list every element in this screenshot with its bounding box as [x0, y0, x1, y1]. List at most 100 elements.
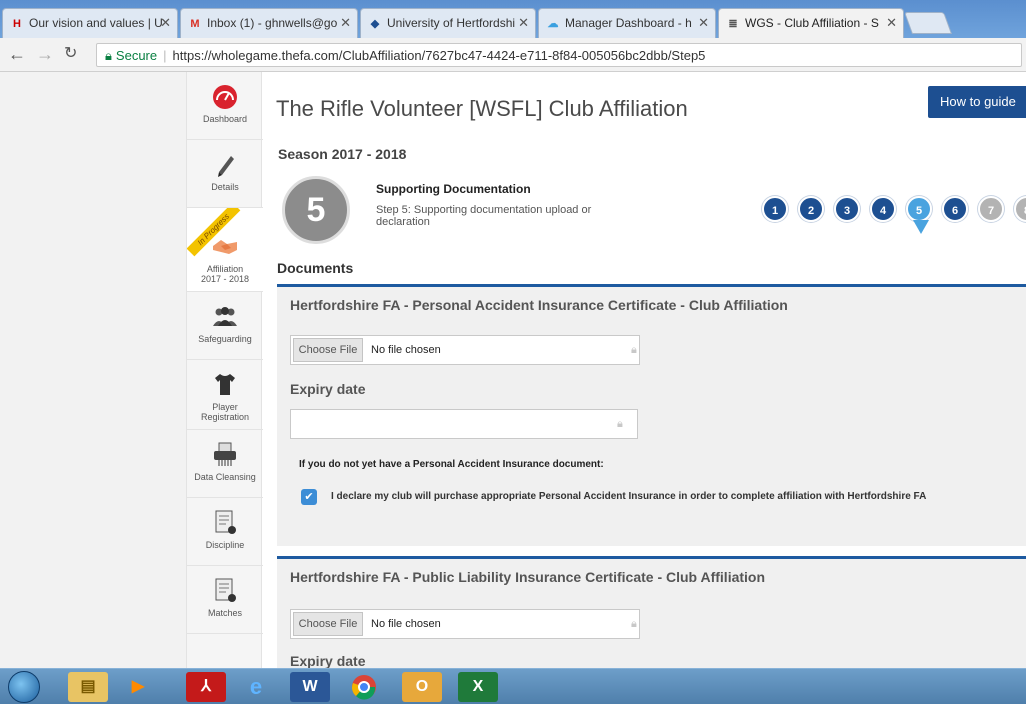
tab-label: University of Hertfordshi: [387, 16, 516, 30]
browser-tab[interactable]: M Inbox (1) - ghnwells@go ✕: [180, 8, 358, 38]
sidebar-item-label: Safeguarding: [198, 334, 252, 344]
handshake-icon: [213, 240, 237, 254]
file-explorer-icon[interactable]: ▤: [68, 672, 108, 702]
page-title: The Rifle Volunteer [WSFL] Club Affiliat…: [276, 96, 688, 121]
file-status: No file chosen: [371, 344, 441, 356]
outlook-icon[interactable]: O: [402, 672, 442, 702]
gmail-icon: M: [190, 18, 200, 30]
document-icon: ≣: [728, 18, 738, 30]
sidebar-item-details[interactable]: Details: [187, 140, 263, 208]
step-dot[interactable]: 7: [978, 196, 1004, 222]
close-icon[interactable]: ✕: [160, 15, 171, 31]
step-dot-current[interactable]: 5: [906, 196, 932, 222]
lock-icon: 🔒︎: [105, 48, 112, 63]
document-panel-personal-accident: Hertfordshire FA - Personal Accident Ins…: [277, 284, 1026, 546]
sidebar-item-safeguarding[interactable]: Safeguarding: [187, 292, 263, 360]
lock-icon: 🔒︎: [617, 418, 623, 430]
tab-label: WGS - Club Affiliation - S: [745, 16, 879, 30]
sidebar-item-data-cleansing[interactable]: Data Cleansing: [187, 430, 263, 498]
close-icon[interactable]: ✕: [886, 15, 897, 31]
sidebar-item-label: Discipline: [205, 540, 245, 550]
sidebar-item-label: Player Registration: [200, 402, 250, 422]
address-bar: ← → ↻ 🔒︎ Secure | https://wholegame.thefa.c…: [0, 38, 1026, 72]
step-title: Supporting Documentation: [376, 182, 531, 196]
excel-icon[interactable]: X: [458, 672, 498, 702]
shirt-icon: [215, 374, 235, 395]
sidebar-item-label: Details: [211, 182, 239, 192]
browser-tab[interactable]: ☁ Manager Dashboard - h ✕: [538, 8, 716, 38]
close-icon[interactable]: ✕: [518, 15, 529, 31]
panel-title: Hertfordshire FA - Public Liability Insu…: [290, 569, 766, 585]
step-dot[interactable]: 3: [834, 196, 860, 222]
secure-label: Secure: [115, 48, 158, 63]
pencil-icon: [218, 156, 234, 177]
sidebar-item-player-registration[interactable]: Player Registration: [187, 360, 263, 430]
start-button[interactable]: [8, 671, 40, 703]
page-content: Dashboard Details In Progress Affiliatio…: [0, 72, 1026, 668]
step-dot[interactable]: 6: [942, 196, 968, 222]
shredder-icon: [214, 442, 236, 466]
sidebar-item-matches[interactable]: Matches: [187, 566, 263, 634]
acrobat-icon[interactable]: ⅄: [186, 672, 226, 702]
step-dot[interactable]: 4: [870, 196, 896, 222]
declaration-text: I declare my club will purchase appropri…: [331, 491, 927, 502]
how-to-guide-button[interactable]: How to guide: [928, 86, 1026, 118]
sidebar-item-label: Affiliation 2017 - 2018: [200, 264, 250, 284]
document-panel-public-liability: Hertfordshire FA - Public Liability Insu…: [277, 556, 1026, 668]
new-tab-button[interactable]: [903, 12, 953, 34]
expiry-date-input[interactable]: 🔒︎: [290, 409, 638, 439]
internet-explorer-icon[interactable]: e: [236, 672, 276, 702]
tab-label: Our vision and values | U: [29, 16, 163, 30]
dashboard-gauge-icon: [213, 85, 237, 109]
expiry-label: Expiry date: [290, 653, 366, 668]
media-player-icon[interactable]: ▶: [118, 672, 158, 702]
close-icon[interactable]: ✕: [698, 15, 709, 31]
forward-arrow-icon[interactable]: →: [36, 44, 54, 64]
lock-icon: 🔒︎: [631, 344, 637, 356]
reload-icon[interactable]: ↻: [64, 44, 77, 64]
url-separator: |: [163, 48, 167, 63]
current-step-number: 5: [282, 176, 350, 244]
sidebar-nav: Dashboard Details In Progress Affiliatio…: [186, 72, 263, 668]
file-status: No file chosen: [371, 618, 441, 630]
document-gear-icon: [215, 578, 236, 602]
back-arrow-icon[interactable]: ←: [8, 44, 26, 64]
file-input[interactable]: Choose File No file chosen 🔒︎: [290, 609, 640, 639]
windows-taskbar: ▤ ▶ ⅄ e W O X: [0, 668, 1026, 704]
people-group-icon: [213, 307, 237, 326]
choose-file-button[interactable]: Choose File: [293, 612, 363, 636]
cloud-icon: ☁: [547, 18, 559, 30]
tab-label: Inbox (1) - ghnwells@go: [207, 16, 338, 30]
close-icon[interactable]: ✕: [340, 15, 351, 31]
url-text: https://wholegame.thefa.com/ClubAffiliat…: [172, 48, 706, 63]
season-label: Season 2017 - 2018: [278, 146, 407, 162]
sidebar-item-label: Matches: [207, 608, 242, 618]
browser-tab-strip: H Our vision and values | U ✕ M Inbox (1…: [0, 0, 1026, 38]
file-input[interactable]: Choose File No file chosen 🔒︎: [290, 335, 640, 365]
browser-tab[interactable]: ◆ University of Hertfordshi ✕: [360, 8, 536, 38]
url-field[interactable]: 🔒︎ Secure | https://wholegame.thefa.com/Clu…: [96, 43, 1022, 67]
step-dot[interactable]: 1: [762, 196, 788, 222]
uh-logo-icon: H: [13, 18, 21, 30]
panel-title: Hertfordshire FA - Personal Accident Ins…: [290, 297, 788, 313]
tab-label: Manager Dashboard - h: [565, 16, 692, 30]
left-gutter: [0, 72, 186, 668]
document-gear-icon: [215, 510, 236, 534]
word-icon[interactable]: W: [290, 672, 330, 702]
sidebar-item-discipline[interactable]: Discipline: [187, 498, 263, 566]
sidebar-item-affiliation[interactable]: In Progress Affiliation 2017 - 2018: [187, 208, 263, 292]
documents-heading: Documents: [277, 260, 354, 276]
step-description: Step 5: Supporting documentation upload …: [376, 204, 592, 228]
step-dot[interactable]: 8: [1014, 196, 1026, 222]
no-document-note: If you do not yet have a Personal Accide…: [299, 459, 604, 470]
browser-tab[interactable]: H Our vision and values | U ✕: [2, 8, 178, 38]
choose-file-button[interactable]: Choose File: [293, 338, 363, 362]
expiry-label: Expiry date: [290, 381, 366, 397]
step-dot[interactable]: 2: [798, 196, 824, 222]
lock-icon: 🔒︎: [631, 618, 637, 630]
sidebar-item-dashboard[interactable]: Dashboard: [187, 72, 263, 140]
sidebar-item-label: Data Cleansing: [194, 472, 256, 482]
declaration-checkbox[interactable]: ✔: [301, 489, 317, 505]
chrome-icon[interactable]: [344, 672, 384, 702]
browser-tab-active[interactable]: ≣ WGS - Club Affiliation - S ✕: [718, 8, 904, 38]
